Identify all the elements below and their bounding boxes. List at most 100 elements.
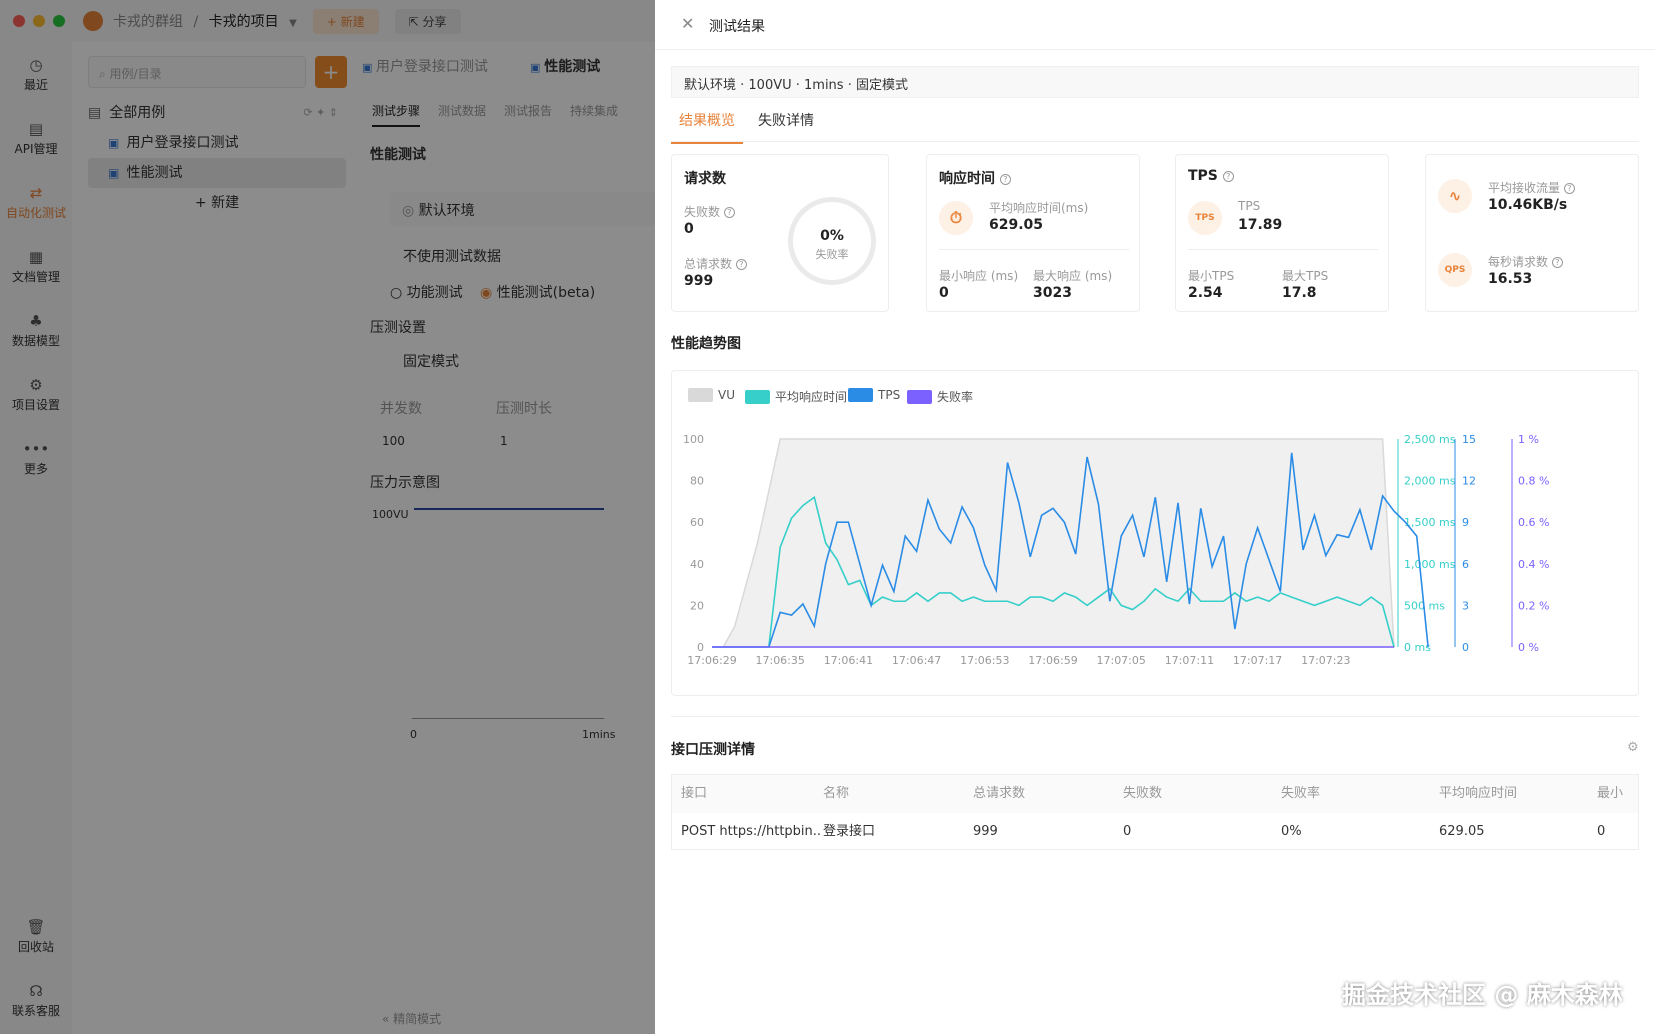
close-icon[interactable]: ✕ (681, 14, 694, 33)
y-tick-label-right: 0.4 % (1518, 558, 1549, 571)
tab-failures[interactable]: 失败详情 (750, 110, 822, 142)
y-tick-label-vu: 100 (683, 433, 704, 446)
cell-failed: 0 (1123, 824, 1132, 839)
cell-api: POST https://httpbin... (681, 824, 822, 839)
y-tick-label-right: 6 (1462, 558, 1469, 571)
y-tick-label-right: 1,000 ms (1404, 558, 1456, 571)
col-header-api: 接口 (672, 775, 814, 813)
failed-label-text: 失败数 (684, 205, 721, 219)
y-tick-label-right: 12 (1462, 475, 1476, 488)
test-result-drawer: ✕ 测试结果 默认环境 · 100VU · 1mins · 固定模式 结果概览 … (655, 0, 1655, 1034)
x-tick-label: 17:07:23 (1301, 654, 1350, 667)
min-response-value: 0 (939, 285, 949, 301)
y-tick-label-right: 0 (1462, 641, 1469, 654)
failed-value: 0 (684, 221, 694, 237)
y-tick-label-right: 9 (1462, 516, 1469, 529)
failed-label: 失败数 ? (684, 203, 735, 220)
recv-label: 平均接收流量 ? (1488, 179, 1575, 196)
y-tick-label-right: 2,000 ms (1404, 475, 1456, 488)
y-tick-label-right: 1,500 ms (1404, 516, 1456, 529)
x-tick-label: 17:07:11 (1165, 654, 1214, 667)
total-value: 999 (684, 273, 714, 289)
y-tick-label-right: 1 % (1518, 433, 1539, 446)
fail-rate-label: 失败率 (815, 248, 849, 261)
env-summary: 默认环境 · 100VU · 1mins · 固定模式 (671, 66, 1639, 98)
qps-label: 每秒请求数 ? (1488, 253, 1563, 270)
y-tick-label-right: 0.2 % (1518, 599, 1549, 612)
watermark: 掘金技术社区 @ 麻木森林 (1342, 981, 1623, 1009)
col-header-name: 名称 (814, 775, 964, 813)
settings-icon[interactable]: ⚙ (1627, 740, 1639, 755)
help-icon[interactable]: ? (1551, 257, 1563, 268)
x-tick-label: 17:07:05 (1096, 654, 1145, 667)
max-tps-value: 17.8 (1282, 285, 1317, 301)
help-icon[interactable]: ? (1563, 183, 1575, 194)
section-divider (671, 716, 1639, 717)
qps-badge-icon: QPS (1438, 253, 1472, 287)
performance-trend-chart: VU 平均响应时间 TPS 失败率 0 20 40 60 80 100 0 ms 500 ms… (671, 370, 1639, 696)
modal-overlay[interactable] (0, 0, 655, 1034)
drawer-title: 测试结果 (709, 19, 765, 35)
tps-badge-icon: TPS (1188, 201, 1222, 235)
response-time-card: 响应时间 ? ⏱ 平均响应时间(ms) 629.05 最小响应 (ms) 0 最… (926, 154, 1140, 312)
y-tick-label-right: 0.6 % (1518, 516, 1549, 529)
tps-label: TPS (1238, 199, 1261, 213)
card-divider (939, 249, 1129, 250)
cell-min: 0 (1597, 824, 1606, 839)
cell-fail-rate: 0% (1281, 824, 1302, 839)
card-divider (1188, 249, 1378, 250)
requests-title: 请求数 (684, 171, 726, 187)
stopwatch-icon: ⏱ (939, 201, 973, 235)
details-section-title: 接口压测详情 (671, 742, 755, 758)
y-tick-label-right: 15 (1462, 433, 1476, 446)
qps-value: 16.53 (1488, 271, 1533, 287)
col-header-fail-rate: 失败率 (1272, 775, 1430, 813)
chart-section-title: 性能趋势图 (671, 336, 741, 352)
y-tick-label-vu: 0 (697, 641, 704, 654)
help-icon[interactable]: ? (1222, 171, 1234, 182)
fail-rate-value: 0% (820, 228, 844, 244)
cell-total: 999 (973, 824, 998, 839)
col-header-min: 最小 (1588, 775, 1638, 813)
x-tick-label: 17:06:47 (892, 654, 941, 667)
total-label: 总请求数 ? (684, 255, 747, 272)
response-title: 响应时间 ? (939, 168, 1011, 188)
drawer-header: ✕ 测试结果 (655, 0, 1655, 50)
min-tps-label: 最小TPS (1188, 269, 1235, 283)
y-tick-label-right: 0 % (1518, 641, 1539, 654)
max-response-value: 3023 (1033, 285, 1072, 301)
avg-response-label: 平均响应时间(ms) (989, 201, 1089, 215)
help-icon[interactable]: ? (999, 174, 1011, 185)
help-icon[interactable]: ? (735, 259, 747, 270)
min-tps-value: 2.54 (1188, 285, 1223, 301)
help-icon[interactable]: ? (723, 207, 735, 218)
cell-avg-response: 629.05 (1439, 824, 1485, 839)
tab-overview[interactable]: 结果概览 (671, 110, 743, 144)
col-header-avg-response: 平均响应时间 (1430, 775, 1588, 813)
avg-response-value: 629.05 (989, 217, 1044, 233)
recv-label-text: 平均接收流量 (1488, 181, 1561, 195)
col-header-total: 总请求数 (964, 775, 1114, 813)
min-response-label: 最小响应 (ms) (939, 269, 1019, 283)
requests-card: 请求数 失败数 ? 0 总请求数 ? 999 0% 失败率 (671, 154, 889, 312)
tab-divider (671, 141, 1639, 142)
max-response-label: 最大响应 (ms) (1033, 269, 1113, 283)
y-tick-label-right: 3 (1462, 599, 1469, 612)
response-title-text: 响应时间 (939, 171, 995, 187)
x-tick-label: 17:06:29 (687, 654, 736, 667)
y-tick-label-right: 2,500 ms (1404, 433, 1456, 446)
y-tick-label-vu: 60 (690, 516, 704, 529)
api-details-table: 接口 名称 总请求数 失败数 失败率 平均响应时间 最小 POST https:… (671, 774, 1639, 850)
col-header-failed: 失败数 (1114, 775, 1272, 813)
tps-card: TPS ? TPS TPS 17.89 最小TPS 2.54 最大TPS 17.… (1175, 154, 1389, 312)
series-area-vu (712, 438, 1395, 648)
throughput-card: ∿ 平均接收流量 ? 10.46KB/s QPS 每秒请求数 ? 16.53 (1425, 154, 1639, 312)
cell-name: 登录接口 (823, 824, 876, 839)
trend-chart-svg: 0204060801000 ms500 ms1,000 ms1,500 ms2,… (683, 433, 1549, 667)
recv-value: 10.46KB/s (1488, 197, 1568, 213)
x-tick-label: 17:07:17 (1233, 654, 1282, 667)
x-tick-label: 17:06:59 (1028, 654, 1077, 667)
y-tick-label-right: 0.8 % (1518, 475, 1549, 488)
y-tick-label-vu: 40 (690, 558, 704, 571)
max-tps-label: 最大TPS (1282, 269, 1329, 283)
